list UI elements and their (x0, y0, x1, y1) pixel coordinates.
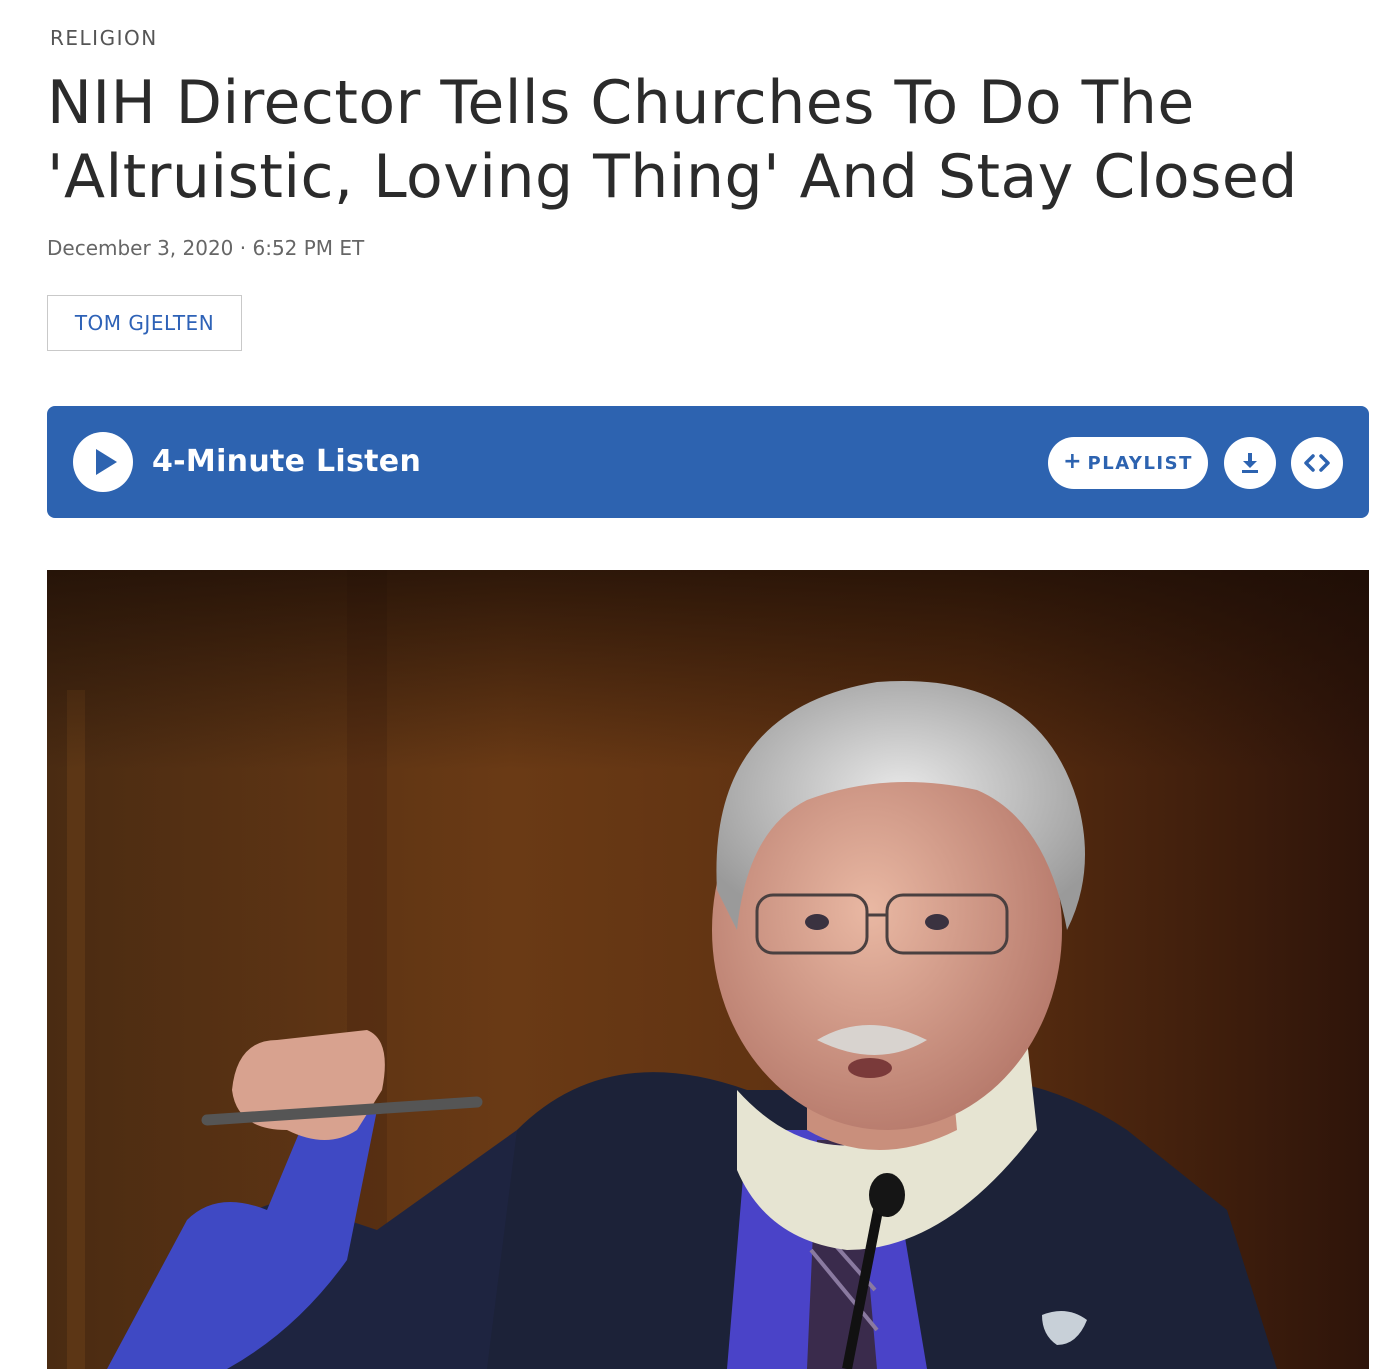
article-headline: NIH Director Tells Churches To Do The 'A… (47, 68, 1298, 212)
article-dateline: December 3, 2020 · 6:52 PM ET (47, 236, 365, 260)
article-lead-photo (47, 570, 1369, 1369)
download-icon (1242, 453, 1258, 473)
playlist-button-label: PLAYLIST (1087, 452, 1193, 474)
plus-icon: + (1063, 449, 1082, 474)
embed-icon (1304, 454, 1330, 472)
play-icon (96, 449, 117, 475)
play-button[interactable] (73, 432, 133, 492)
audio-player-bar: 4-Minute Listen + PLAYLIST (47, 406, 1369, 518)
embed-button[interactable] (1291, 437, 1343, 489)
add-to-playlist-button[interactable]: + PLAYLIST (1048, 437, 1208, 489)
section-label[interactable]: RELIGION (50, 26, 158, 50)
download-button[interactable] (1224, 437, 1276, 489)
listen-duration-label: 4-Minute Listen (152, 444, 422, 479)
byline-author-button[interactable]: TOM GJELTEN (47, 295, 242, 351)
byline-author-name: TOM GJELTEN (74, 311, 215, 335)
